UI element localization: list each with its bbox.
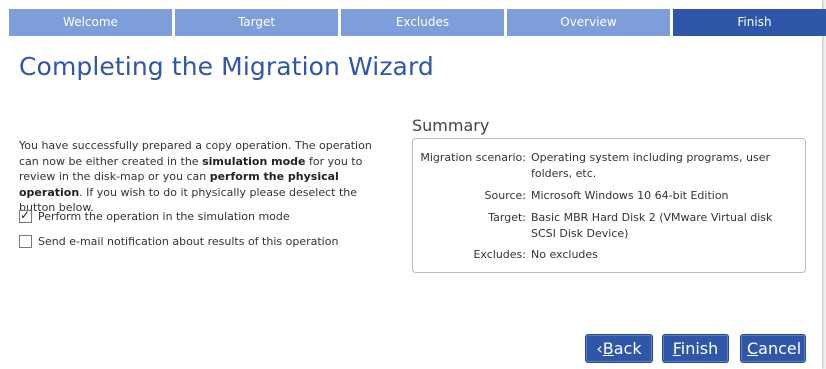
back-label: ack — [613, 339, 642, 358]
cancel-button[interactable]: Cancel — [740, 334, 806, 363]
email-notification-option[interactable]: Send e-mail notification about results o… — [19, 235, 338, 248]
step-overview[interactable]: Overview — [507, 9, 670, 36]
wizard-window: Welcome Target Excludes Overview Finish … — [0, 0, 826, 369]
page-title: Completing the Migration Wizard — [19, 52, 434, 81]
cancel-label: ancel — [758, 339, 802, 358]
finish-label: inish — [680, 339, 719, 358]
intro-text: You have successfully prepared a copy op… — [19, 138, 394, 216]
simulation-mode-label: Perform the operation in the simulation … — [38, 210, 290, 223]
summary-row-source: Source: Microsoft Windows 10 64-bit Edit… — [413, 188, 805, 204]
summary-value: Operating system including programs, use… — [531, 151, 771, 180]
summary-key: Migration scenario: — [420, 151, 526, 164]
summary-key: Excludes: — [473, 248, 526, 261]
checkmark-icon: ✓ — [20, 208, 31, 222]
step-target[interactable]: Target — [175, 9, 338, 36]
summary-key: Target: — [488, 211, 526, 224]
summary-key: Source: — [484, 189, 527, 202]
back-mnemonic: B — [602, 339, 614, 358]
cancel-mnemonic: C — [747, 339, 759, 358]
summary-row-scenario: Migration scenario: Operating system inc… — [413, 150, 805, 181]
summary-title: Summary — [412, 116, 490, 135]
summary-row-target: Target: Basic MBR Hard Disk 2 (VMware Vi… — [413, 210, 805, 241]
finish-mnemonic: F — [672, 339, 681, 358]
step-finish[interactable]: Finish — [673, 9, 826, 36]
summary-panel: Migration scenario: Operating system inc… — [412, 138, 806, 273]
finish-button[interactable]: Finish — [662, 334, 729, 363]
summary-value: Microsoft Windows 10 64-bit Edition — [531, 189, 729, 202]
simulation-mode-emphasis: simulation mode — [202, 154, 306, 168]
summary-value: No excludes — [531, 248, 598, 261]
wizard-steps: Welcome Target Excludes Overview Finish — [9, 9, 826, 36]
simulation-mode-checkbox[interactable]: ✓ — [19, 208, 32, 223]
step-excludes[interactable]: Excludes — [341, 9, 504, 36]
email-notification-label: Send e-mail notification about results o… — [38, 235, 339, 248]
email-notification-checkbox[interactable] — [19, 235, 32, 248]
summary-value: Basic MBR Hard Disk 2 (VMware Virtual di… — [531, 211, 773, 240]
step-welcome[interactable]: Welcome — [9, 9, 172, 36]
summary-row-excludes: Excludes: No excludes — [413, 247, 805, 263]
back-button[interactable]: ‹Back — [585, 334, 653, 363]
simulation-mode-option[interactable]: ✓ Perform the operation in the simulatio… — [19, 208, 290, 223]
